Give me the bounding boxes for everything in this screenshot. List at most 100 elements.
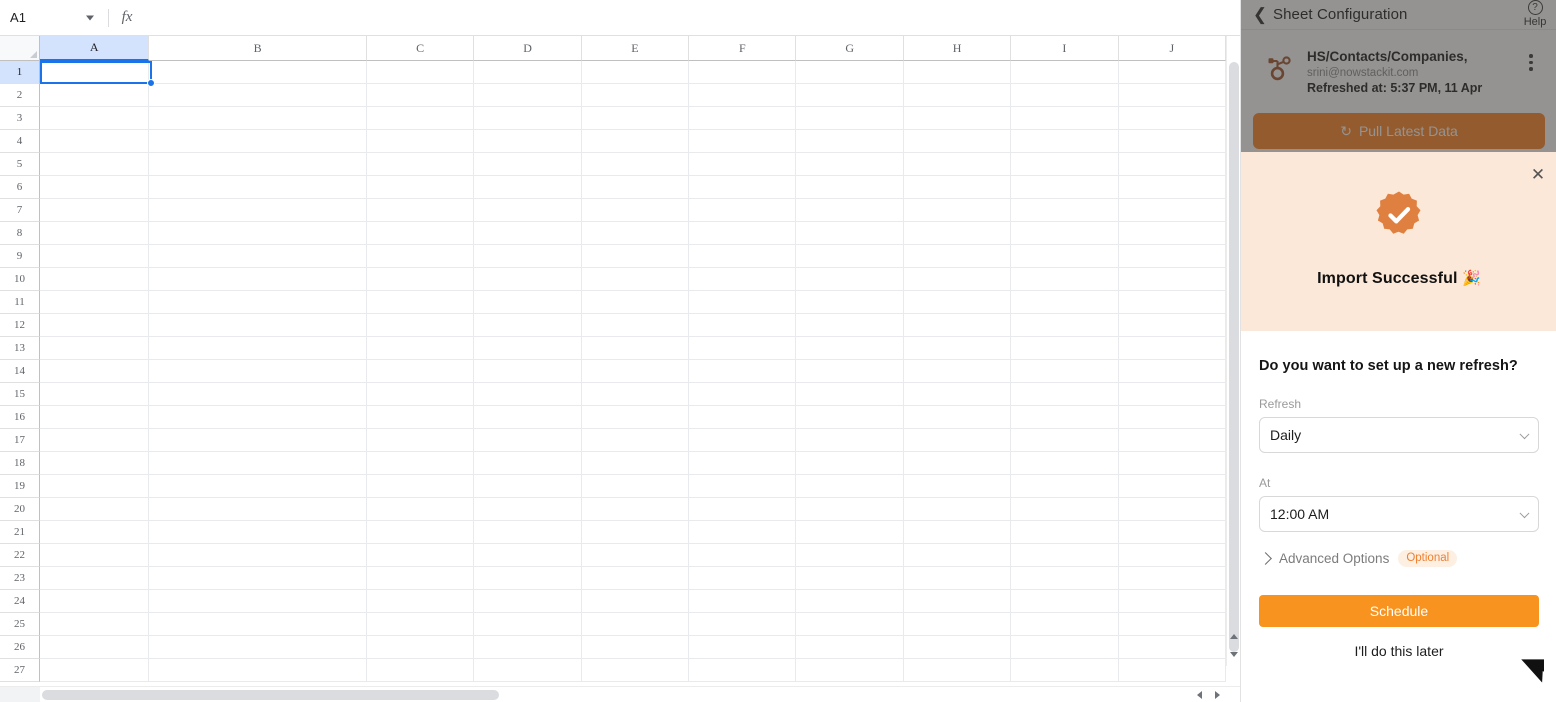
- cell-A12[interactable]: [40, 314, 150, 337]
- cell-C1[interactable]: [366, 61, 475, 84]
- grid-row[interactable]: [40, 222, 1226, 245]
- cell-B15[interactable]: [149, 383, 367, 406]
- cell-G3[interactable]: [796, 107, 904, 130]
- cell-E1[interactable]: [581, 61, 690, 84]
- cell-F26[interactable]: [689, 636, 797, 659]
- cell-F17[interactable]: [689, 429, 797, 452]
- cell-A9[interactable]: [40, 245, 150, 268]
- cell-C6[interactable]: [366, 176, 475, 199]
- cell-C10[interactable]: [366, 268, 475, 291]
- cell-I2[interactable]: [1011, 84, 1119, 107]
- cell-D25[interactable]: [474, 613, 582, 636]
- cell-G12[interactable]: [796, 314, 904, 337]
- cell-J5[interactable]: [1118, 153, 1226, 176]
- schedule-button[interactable]: Schedule: [1259, 595, 1539, 627]
- cell-A1[interactable]: [40, 61, 150, 84]
- select-all-corner[interactable]: [0, 36, 40, 61]
- cell-F20[interactable]: [689, 498, 797, 521]
- cell-J6[interactable]: [1118, 176, 1226, 199]
- cell-H14[interactable]: [903, 360, 1012, 383]
- cell-E17[interactable]: [581, 429, 690, 452]
- cell-J19[interactable]: [1118, 475, 1226, 498]
- row-header-24[interactable]: 24: [0, 590, 40, 613]
- cell-H6[interactable]: [903, 176, 1012, 199]
- cells-area[interactable]: [40, 61, 1226, 682]
- row-header-18[interactable]: 18: [0, 452, 40, 475]
- scroll-up-icon[interactable]: [1229, 631, 1239, 641]
- cell-F16[interactable]: [689, 406, 797, 429]
- grid-row[interactable]: [40, 199, 1226, 222]
- cell-B2[interactable]: [149, 84, 367, 107]
- cell-I11[interactable]: [1011, 291, 1119, 314]
- cell-F23[interactable]: [689, 567, 797, 590]
- cell-D1[interactable]: [474, 61, 582, 84]
- cell-H19[interactable]: [903, 475, 1012, 498]
- row-header-20[interactable]: 20: [0, 498, 40, 521]
- grid-row[interactable]: [40, 521, 1226, 544]
- cell-G5[interactable]: [796, 153, 904, 176]
- cell-A13[interactable]: [40, 337, 150, 360]
- row-header-13[interactable]: 13: [0, 337, 40, 360]
- row-header-2[interactable]: 2: [0, 84, 40, 107]
- grid-row[interactable]: [40, 107, 1226, 130]
- cell-J14[interactable]: [1118, 360, 1226, 383]
- cell-B21[interactable]: [149, 521, 367, 544]
- cell-C5[interactable]: [366, 153, 475, 176]
- cell-C7[interactable]: [366, 199, 475, 222]
- cell-D12[interactable]: [474, 314, 582, 337]
- cell-I16[interactable]: [1011, 406, 1119, 429]
- cell-G4[interactable]: [796, 130, 904, 153]
- cell-I24[interactable]: [1011, 590, 1119, 613]
- cell-E23[interactable]: [581, 567, 690, 590]
- cell-A18[interactable]: [40, 452, 150, 475]
- cell-J10[interactable]: [1118, 268, 1226, 291]
- row-header-8[interactable]: 8: [0, 222, 40, 245]
- cell-B8[interactable]: [149, 222, 367, 245]
- fx-icon[interactable]: fx: [109, 0, 145, 36]
- cell-E2[interactable]: [581, 84, 690, 107]
- cell-C8[interactable]: [366, 222, 475, 245]
- column-header-g[interactable]: G: [796, 36, 904, 61]
- column-header-f[interactable]: F: [689, 36, 797, 61]
- cell-G22[interactable]: [796, 544, 904, 567]
- cell-A2[interactable]: [40, 84, 150, 107]
- formula-input[interactable]: [145, 0, 1240, 36]
- grid-row[interactable]: [40, 498, 1226, 521]
- cell-J3[interactable]: [1118, 107, 1226, 130]
- cell-I5[interactable]: [1011, 153, 1119, 176]
- cell-D6[interactable]: [474, 176, 582, 199]
- chevron-down-icon[interactable]: [86, 15, 94, 20]
- row-header-14[interactable]: 14: [0, 360, 40, 383]
- cell-H1[interactable]: [903, 61, 1012, 84]
- cell-F3[interactable]: [689, 107, 797, 130]
- cell-F27[interactable]: [689, 659, 797, 682]
- cell-G21[interactable]: [796, 521, 904, 544]
- cell-B19[interactable]: [149, 475, 367, 498]
- cell-J20[interactable]: [1118, 498, 1226, 521]
- cell-H22[interactable]: [903, 544, 1012, 567]
- cell-J13[interactable]: [1118, 337, 1226, 360]
- cell-A25[interactable]: [40, 613, 150, 636]
- cell-D14[interactable]: [474, 360, 582, 383]
- cell-J1[interactable]: [1118, 61, 1226, 84]
- cell-G26[interactable]: [796, 636, 904, 659]
- cell-C4[interactable]: [366, 130, 475, 153]
- cell-A20[interactable]: [40, 498, 150, 521]
- grid-row[interactable]: [40, 291, 1226, 314]
- cell-C14[interactable]: [366, 360, 475, 383]
- cell-D11[interactable]: [474, 291, 582, 314]
- cell-C27[interactable]: [366, 659, 475, 682]
- cell-G24[interactable]: [796, 590, 904, 613]
- cell-E13[interactable]: [581, 337, 690, 360]
- cell-I20[interactable]: [1011, 498, 1119, 521]
- grid-row[interactable]: [40, 268, 1226, 291]
- grid-row[interactable]: [40, 176, 1226, 199]
- column-header-j[interactable]: J: [1118, 36, 1226, 61]
- row-header-7[interactable]: 7: [0, 199, 40, 222]
- cell-H16[interactable]: [903, 406, 1012, 429]
- cell-E7[interactable]: [581, 199, 690, 222]
- cell-F24[interactable]: [689, 590, 797, 613]
- refresh-frequency-select[interactable]: Daily: [1259, 417, 1539, 453]
- cell-J25[interactable]: [1118, 613, 1226, 636]
- cell-C25[interactable]: [366, 613, 475, 636]
